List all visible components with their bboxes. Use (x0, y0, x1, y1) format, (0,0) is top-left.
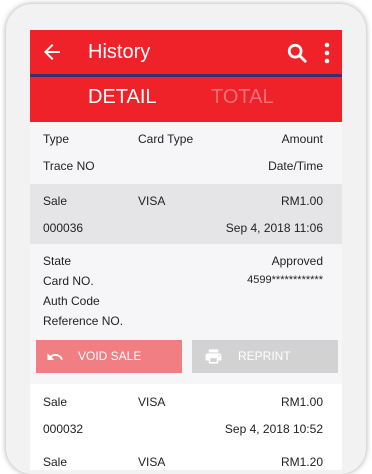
transaction-type: Sale (43, 395, 68, 409)
reprint-label: REPRINT (238, 349, 291, 363)
list-header: Type Card Type Amount Trace NO Date/Time (30, 122, 342, 185)
transaction-row[interactable]: Sale VISA RM1.00 000032 Sep 4, 2018 10:5… (30, 384, 342, 447)
card-no-value: 4599************ (247, 274, 323, 286)
column-amount: Amount (281, 132, 323, 146)
transaction-card: VISA (138, 194, 166, 208)
tab-bar: DETAIL TOTAL (30, 77, 342, 122)
more-options-icon[interactable] (323, 42, 331, 64)
state-label: State (43, 254, 72, 268)
search-icon[interactable] (286, 42, 308, 64)
column-type: Type (43, 132, 70, 146)
transaction-type: Sale (43, 455, 68, 469)
transaction-date: Sep 4, 2018 10:52 (224, 422, 323, 436)
auth-code-label: Auth Code (43, 294, 100, 308)
device-frame: History DETAIL TOTAL Type Card Type Amou… (6, 4, 366, 474)
void-sale-label: VOID SALE (78, 349, 142, 363)
transaction-amount: RM1.20 (280, 455, 323, 469)
column-card-type: Card Type (138, 132, 194, 146)
transaction-date: Sep 4, 2018 11:06 (225, 221, 323, 235)
history-list: Type Card Type Amount Trace NO Date/Time… (30, 122, 342, 470)
undo-icon (47, 353, 63, 360)
transaction-amount: RM1.00 (280, 194, 323, 208)
screen: History DETAIL TOTAL Type Card Type Amou… (30, 30, 342, 470)
printer-icon (205, 349, 222, 364)
column-date-time: Date/Time (268, 159, 323, 173)
app-bar: History (30, 30, 342, 75)
back-arrow-icon[interactable] (40, 40, 64, 64)
transaction-trace: 000036 (43, 221, 84, 235)
reprint-button[interactable]: REPRINT (192, 340, 338, 373)
card-no-label: Card NO. (43, 274, 94, 288)
reference-no-label: Reference NO. (43, 314, 124, 328)
transaction-row[interactable]: Sale VISA RM1.20 (30, 446, 342, 470)
page-title: History (88, 41, 151, 63)
transaction-amount: RM1.00 (280, 395, 323, 409)
transaction-card: VISA (138, 455, 166, 469)
void-sale-button[interactable]: VOID SALE (36, 340, 182, 373)
transaction-row-selected[interactable]: Sale VISA RM1.00 000036 Sep 4, 2018 11:0… (30, 184, 342, 244)
state-value: Approved (271, 254, 323, 268)
tab-detail[interactable]: DETAIL (88, 86, 157, 109)
transaction-type: Sale (43, 194, 68, 208)
column-trace-no: Trace NO (43, 159, 95, 173)
tab-total[interactable]: TOTAL (211, 86, 274, 109)
transaction-trace: 000032 (43, 422, 84, 436)
transaction-card: VISA (138, 395, 166, 409)
